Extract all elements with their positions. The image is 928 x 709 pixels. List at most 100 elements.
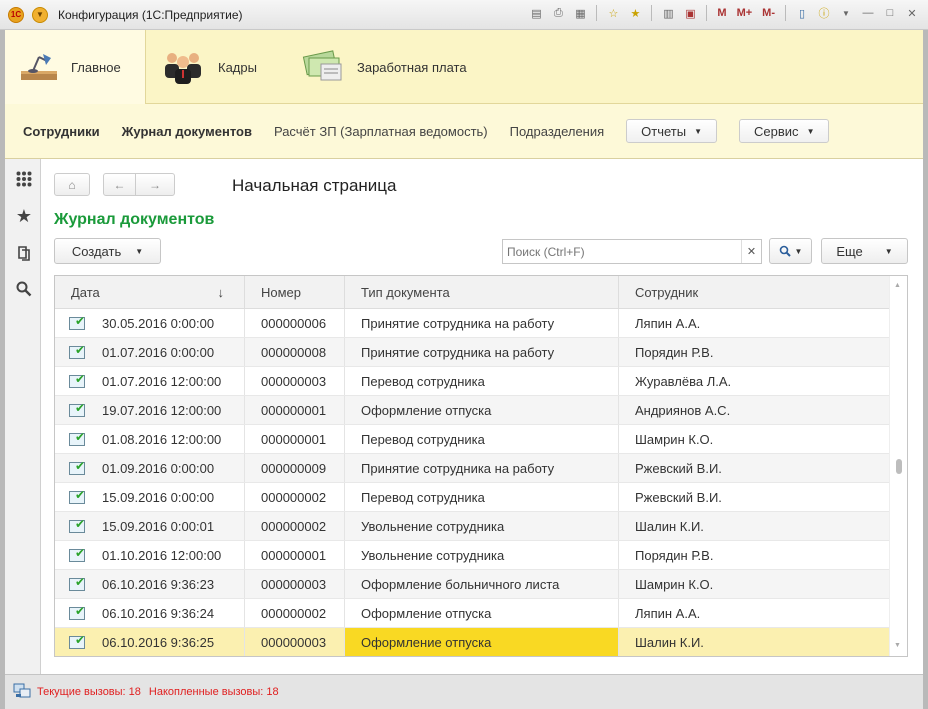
cell-number[interactable]: 000000001 [245,396,345,424]
cell-number[interactable]: 000000002 [245,512,345,540]
cell-doc-type[interactable]: Принятие сотрудника на работу [345,338,619,366]
nav-document-journal[interactable]: Журнал документов [122,124,252,139]
scroll-down-icon[interactable]: ▼ [894,642,901,649]
cell-number[interactable]: 000000003 [245,570,345,598]
memory-minus-button[interactable]: M- [760,7,777,19]
favorites-star-icon[interactable]: ★ [14,206,34,226]
vertical-scrollbar[interactable]: ▲ ▼ [889,276,907,656]
more-button[interactable]: Еще ▼ [821,238,908,264]
cell-doc-type[interactable]: Перевод сотрудника [345,483,619,511]
section-personnel[interactable]: Кадры [160,30,290,104]
search-field[interactable]: ✕ [502,239,762,264]
cell-date[interactable]: 06.10.2016 9:36:25 [55,628,245,656]
scroll-up-icon[interactable]: ▲ [894,282,901,289]
cell-doc-type[interactable]: Оформление отпуска [345,599,619,627]
table-row[interactable]: 30.05.2016 0:00:00 000000006Принятие сотр… [55,309,890,338]
cell-date[interactable]: 19.07.2016 12:00:00 [55,396,245,424]
cell-doc-type[interactable]: Перевод сотрудника [345,367,619,395]
cell-date[interactable]: 06.10.2016 9:36:23 [55,570,245,598]
cell-date[interactable]: 06.10.2016 9:36:24 [55,599,245,627]
app-logo-icon[interactable]: 1С [8,6,24,23]
table-row[interactable]: 01.09.2016 0:00:00 000000009Принятие сотр… [55,454,890,483]
section-main[interactable]: Главное [5,30,146,104]
cell-employee[interactable]: Шалин К.И. [619,628,890,656]
info-icon[interactable]: ⓘ [816,5,832,21]
print-icon[interactable]: ⎙ [550,5,566,21]
nav-payroll-calculation[interactable]: Расчёт ЗП (Зарплатная ведомость) [274,124,488,139]
reports-menu-button[interactable]: Отчеты ▼ [626,119,718,143]
section-payroll[interactable]: Заработная плата [299,30,499,104]
cell-date[interactable]: 01.07.2016 12:00:00 [55,367,245,395]
scrollbar-thumb[interactable] [896,459,902,474]
table-row[interactable]: 06.10.2016 9:36:23 000000003Оформление бо… [55,570,890,599]
cell-number[interactable]: 000000001 [245,541,345,569]
table-row[interactable]: 06.10.2016 9:36:24 000000002Оформление от… [55,599,890,628]
memory-m-button[interactable]: M [715,7,728,19]
cell-employee[interactable]: Андриянов А.С. [619,396,890,424]
cell-doc-type[interactable]: Увольнение сотрудника [345,512,619,540]
table-row[interactable]: 15.09.2016 0:00:00 000000002Перевод сотру… [55,483,890,512]
cell-date[interactable]: 01.10.2016 12:00:00 [55,541,245,569]
main-menu-icon[interactable]: ▼ [32,6,48,23]
create-button[interactable]: Создать ▼ [54,238,161,264]
cell-employee[interactable]: Шалин К.И. [619,512,890,540]
memory-plus-button[interactable]: M+ [735,7,755,19]
back-button[interactable]: ← [103,173,136,196]
table-row[interactable]: 01.10.2016 12:00:00 000000001Увольнение с… [55,541,890,570]
cell-doc-type[interactable]: Увольнение сотрудника [345,541,619,569]
cell-doc-type[interactable]: Оформление отпуска [345,628,619,656]
maximize-icon[interactable]: □ [882,5,898,21]
cell-date[interactable]: 15.09.2016 0:00:01 [55,512,245,540]
cell-number[interactable]: 000000003 [245,628,345,656]
column-header-number[interactable]: Номер [245,276,345,309]
cell-date[interactable]: 30.05.2016 0:00:00 [55,309,245,337]
cell-employee[interactable]: Ляпин А.А. [619,309,890,337]
cell-employee[interactable]: Порядин Р.В. [619,541,890,569]
cell-number[interactable]: 000000008 [245,338,345,366]
cell-employee[interactable]: Ляпин А.А. [619,599,890,627]
forward-button[interactable]: → [135,173,175,196]
close-icon[interactable]: ✕ [904,5,920,21]
cell-number[interactable]: 000000009 [245,454,345,482]
column-header-doc-type[interactable]: Тип документа [345,276,619,309]
clear-icon[interactable]: ✕ [741,240,761,263]
cell-employee[interactable]: Порядин Р.В. [619,338,890,366]
cell-employee[interactable]: Шамрин К.О. [619,425,890,453]
cell-doc-type[interactable]: Перевод сотрудника [345,425,619,453]
cell-employee[interactable]: Ржевский В.И. [619,483,890,511]
calendar-icon[interactable]: ▣ [682,5,698,21]
cell-date[interactable]: 01.08.2016 12:00:00 [55,425,245,453]
cell-employee[interactable]: Ржевский В.И. [619,454,890,482]
cell-number[interactable]: 000000003 [245,367,345,395]
column-header-employee[interactable]: Сотрудник [619,276,890,309]
cell-date[interactable]: 15.09.2016 0:00:00 [55,483,245,511]
cell-date[interactable]: 01.07.2016 0:00:00 [55,338,245,366]
cell-doc-type[interactable]: Оформление больничного листа [345,570,619,598]
favorites-icon[interactable]: ★ [627,5,643,21]
cell-doc-type[interactable]: Принятие сотрудника на работу [345,454,619,482]
minimize-icon[interactable]: — [860,5,876,21]
table-row[interactable]: 19.07.2016 12:00:00 000000001Оформление о… [55,396,890,425]
table-row[interactable]: 15.09.2016 0:00:01 000000002Увольнение со… [55,512,890,541]
nav-employees[interactable]: Сотрудники [23,124,100,139]
more-menu-icon[interactable]: ▼ [838,5,854,21]
table-row[interactable]: 01.07.2016 0:00:00 000000008Принятие сотр… [55,338,890,367]
service-menu-button[interactable]: Сервис ▼ [739,119,830,143]
cell-number[interactable]: 000000002 [245,599,345,627]
nav-departments[interactable]: Подразделения [510,124,605,139]
cell-number[interactable]: 000000002 [245,483,345,511]
favorite-add-icon[interactable]: ☆ [605,5,621,21]
cell-employee[interactable]: Журавлёва Л.А. [619,367,890,395]
table-row[interactable]: 01.07.2016 12:00:00 000000003Перевод сотр… [55,367,890,396]
cell-doc-type[interactable]: Принятие сотрудника на работу [345,309,619,337]
cell-doc-type[interactable]: Оформление отпуска [345,396,619,424]
column-header-date[interactable]: Дата ↓ [55,276,245,309]
table-row[interactable]: 01.08.2016 12:00:00 000000001Перевод сотр… [55,425,890,454]
cell-date[interactable]: 01.09.2016 0:00:00 [55,454,245,482]
search-input[interactable] [503,240,741,263]
preview-icon[interactable]: ▦ [572,5,588,21]
history-icon[interactable] [14,243,34,263]
table-row[interactable]: 06.10.2016 9:36:25 000000003Оформление от… [55,628,890,656]
cell-employee[interactable]: Шамрин К.О. [619,570,890,598]
home-button[interactable]: ⌂ [54,173,90,196]
